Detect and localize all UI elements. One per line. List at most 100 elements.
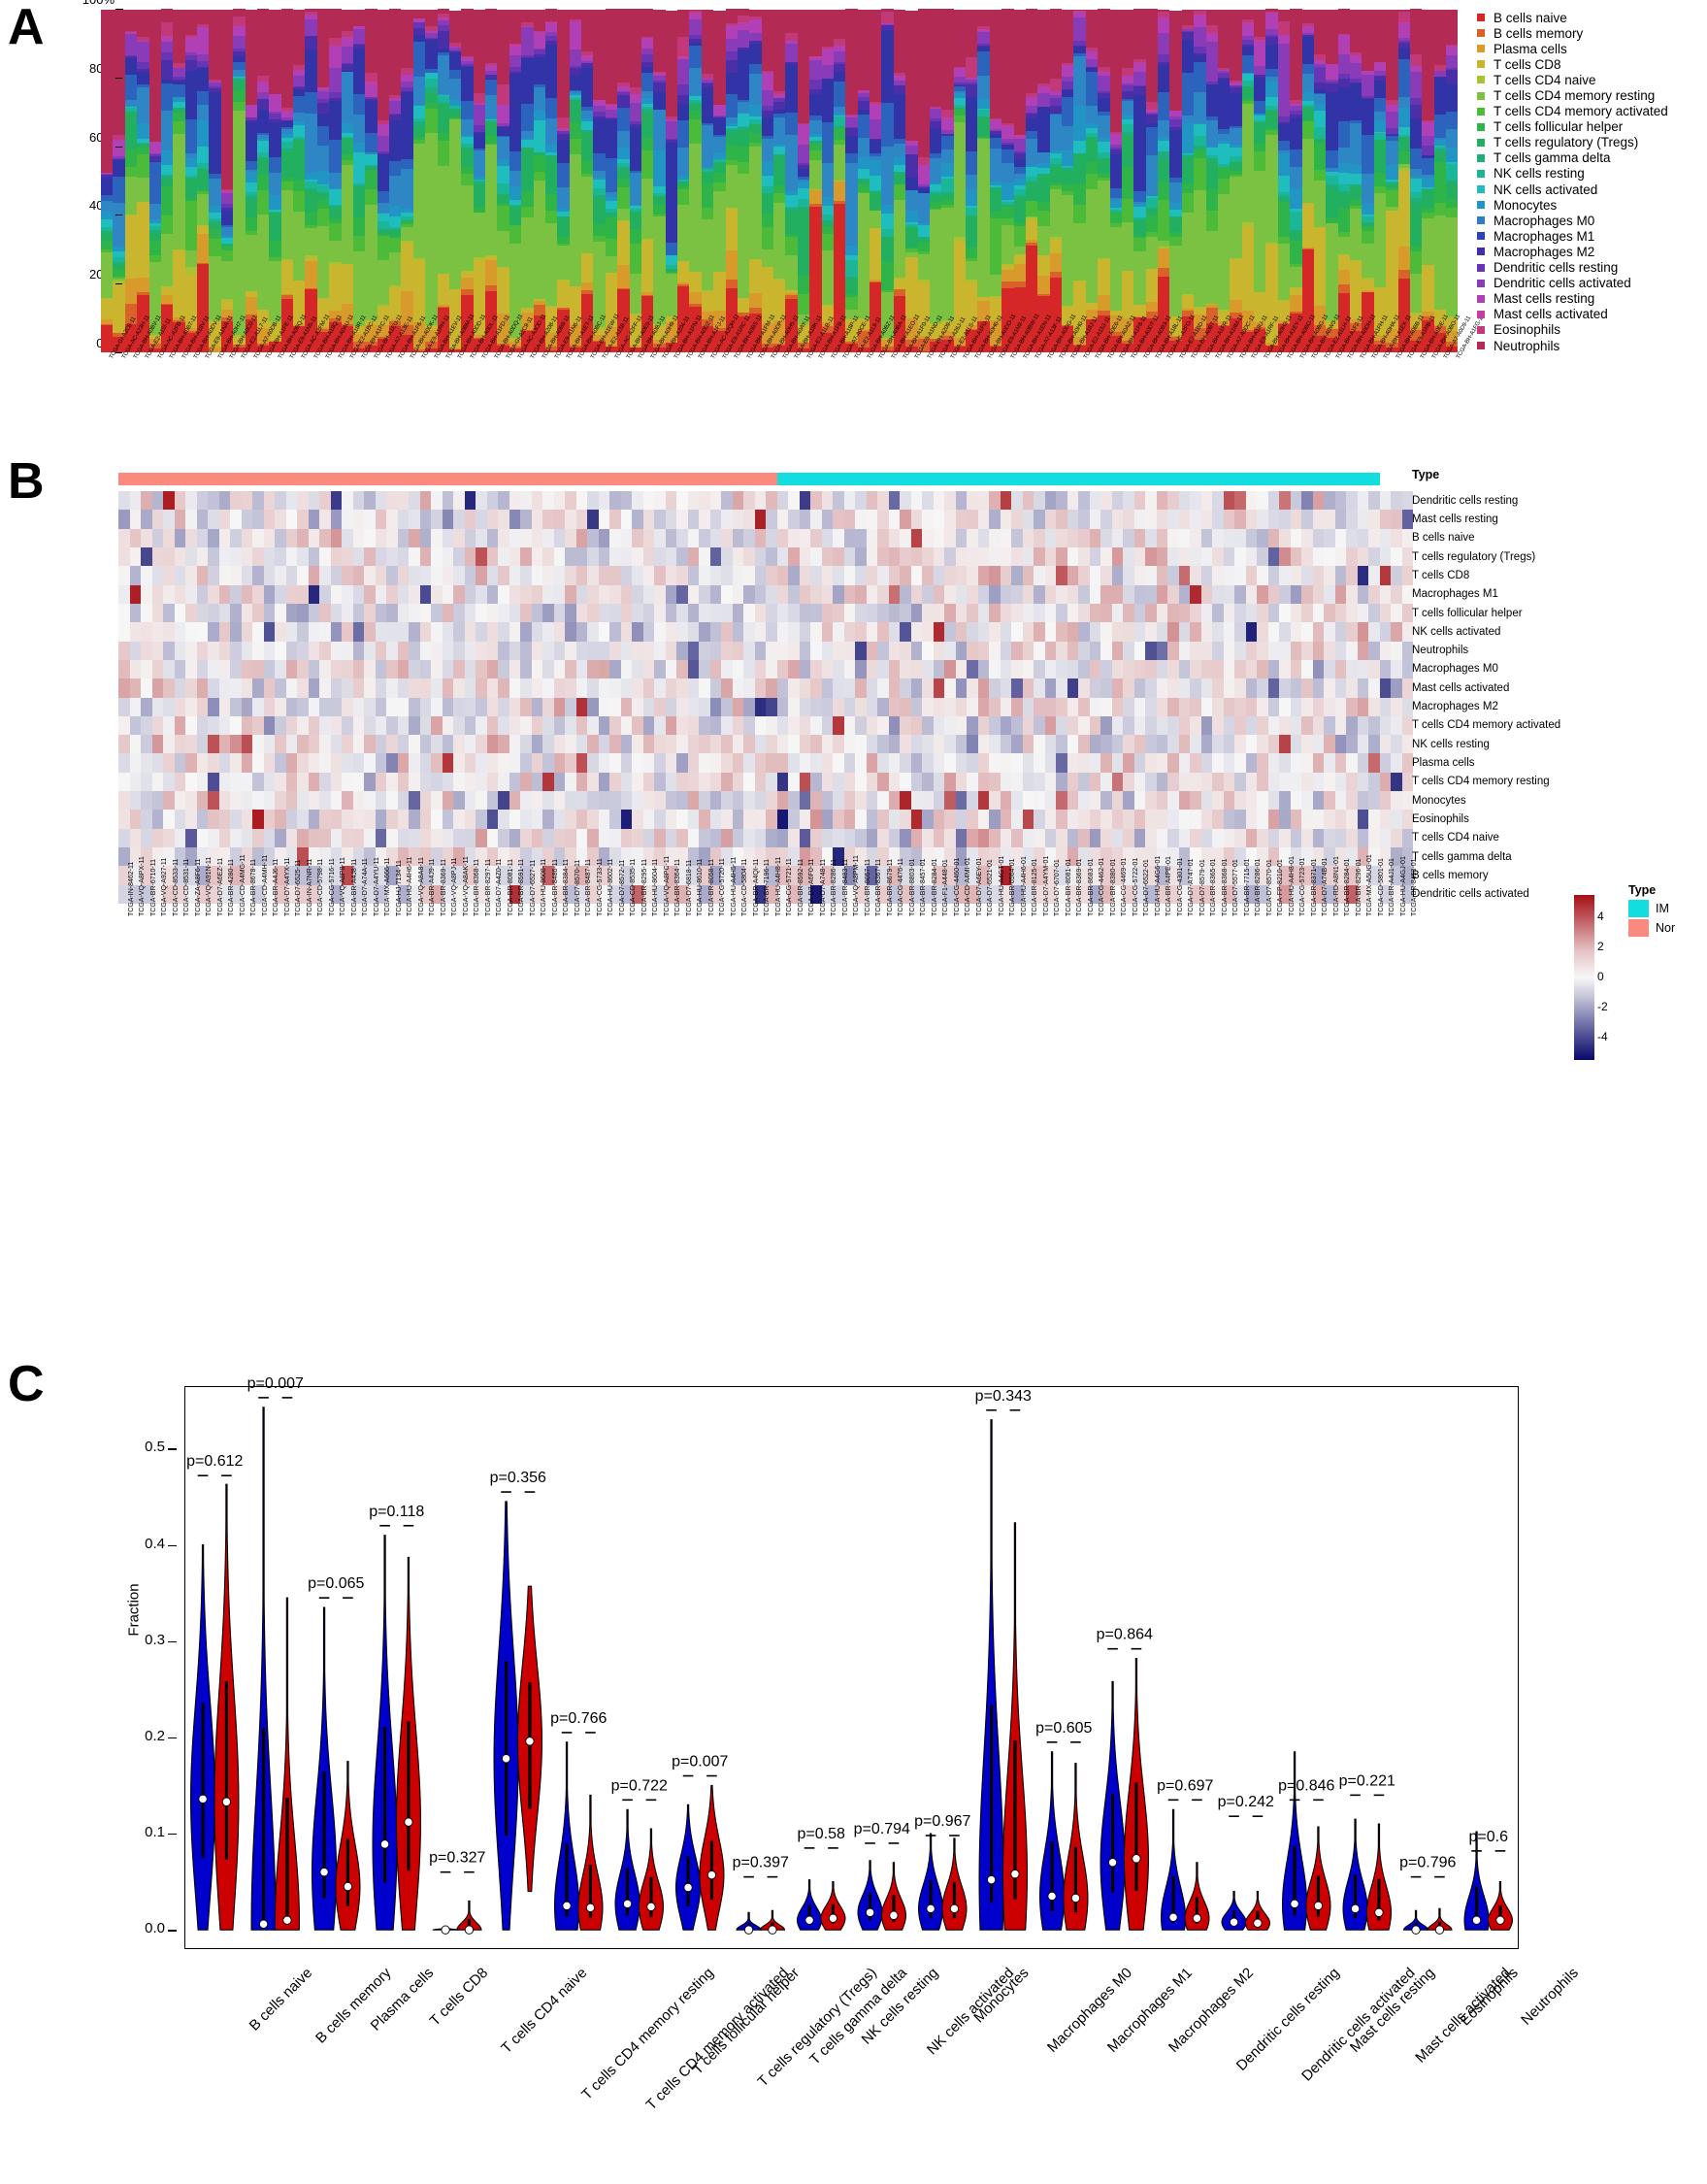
heatmap-cell [709,828,721,848]
stacked-bar-segment [412,9,426,19]
heatmap-cell [944,697,956,716]
stacked-bar-column [1133,9,1146,352]
legend-label: T cells follicular helper [1494,119,1624,135]
stacked-bar-segment [1397,127,1410,135]
panel-a-y-tick-mark [115,352,122,353]
heatmap-cell [1067,622,1078,642]
stacked-bar-segment [329,188,342,205]
heatmap-cell [565,810,576,829]
heatmap-cell [575,678,587,698]
stacked-bar-segment [725,72,738,95]
stacked-bar-segment [1230,177,1242,259]
heatmap-cell [1368,697,1380,716]
heatmap-cell [297,528,309,547]
heatmap-cell [453,791,465,811]
heatmap-cell [1078,622,1090,642]
heatmap-cell [476,678,487,698]
heatmap-cell [419,828,431,848]
stacked-bar-segment [1386,112,1398,128]
heatmap-cell [687,659,699,679]
stacked-bar-segment [352,9,366,27]
stacked-bar-segment [1290,211,1302,231]
heatmap-cell [1357,641,1368,660]
heatmap-cell [1368,659,1380,679]
heatmap-cell [1212,546,1224,567]
stacked-bar-segment [893,278,906,289]
heatmap-cell [1123,622,1134,642]
stacked-bar-segment [653,9,666,73]
heatmap-cell [464,735,476,754]
heatmap-cell [275,791,286,811]
heatmap-cell [1290,735,1301,754]
heatmap-cell [1078,753,1090,773]
heatmap-cell [989,753,1001,773]
heatmap-cell [163,566,175,585]
heatmap-cell [866,491,877,511]
stacked-bar-segment [821,65,834,79]
heatmap-cell [285,810,297,829]
heatmap-cell [297,810,309,829]
stacked-bar-segment [809,159,822,189]
stacked-bar-column [160,9,174,352]
stacked-bar-column [1121,9,1134,352]
heatmap-cell [721,678,733,698]
heatmap-cell [1100,715,1112,736]
stacked-bar-segment [245,217,257,231]
heatmap-cell [1357,510,1368,529]
stacked-bar-segment [845,259,858,277]
heatmap-cell [241,659,252,679]
stacked-bar-segment [1290,295,1302,313]
heatmap-cell [933,566,944,585]
heatmap-cell [486,622,498,642]
heatmap-cell [855,791,867,811]
heatmap-cell [151,528,163,547]
heatmap-cell [542,772,554,792]
stacked-bar-segment [1433,10,1446,65]
heatmap-cell [464,659,476,679]
heatmap-cell [486,828,498,848]
heatmap-cell [1190,566,1201,585]
heatmap-cell [1156,491,1167,511]
stacked-bar-column [737,9,750,352]
heatmap-cell [1034,566,1045,585]
stacked-bar-segment [917,193,930,223]
heatmap-cell [699,491,710,511]
heatmap-cell [364,603,376,623]
stacked-bar-segment [640,54,654,62]
heatmap-cell [654,735,666,754]
stacked-bar-segment [1169,216,1182,233]
heatmap-cell [241,791,252,811]
stacked-bar-segment [461,119,474,136]
heatmap-cell [989,491,1001,511]
stacked-bar-segment [1337,9,1350,34]
heatmap-cell [1167,510,1179,529]
heatmap-cell [1245,584,1257,604]
stacked-bar-segment [557,216,570,237]
heatmap-cell [888,546,900,567]
heatmap-cell [910,659,922,679]
heatmap-cell [409,791,420,811]
heatmap-cell [721,491,733,511]
stacked-bar-segment [881,147,894,206]
legend-label: Macrophages M2 [1494,244,1595,259]
stacked-bar-segment [569,49,581,66]
heatmap-cell [620,715,632,736]
stacked-bar-segment [1265,45,1278,69]
stacked-bar-segment [593,153,606,171]
stacked-bar-segment [761,72,773,90]
heatmap-cell [620,772,632,792]
heatmap-cell [989,641,1001,660]
stacked-bar-segment [101,299,114,319]
heatmap-cell [1111,810,1123,829]
heatmap-cell [1245,772,1257,792]
heatmap-cell [900,791,911,811]
heatmap-cell [1044,697,1056,716]
heatmap-cell [855,528,867,547]
heatmap-cell [609,715,621,736]
stacked-bar-segment [713,105,726,116]
heatmap-cell [866,697,877,716]
heatmap-cell [285,697,297,716]
stacked-bar-segment [1025,182,1038,202]
heatmap-cell [1111,510,1123,529]
heatmap-cell [620,528,632,547]
